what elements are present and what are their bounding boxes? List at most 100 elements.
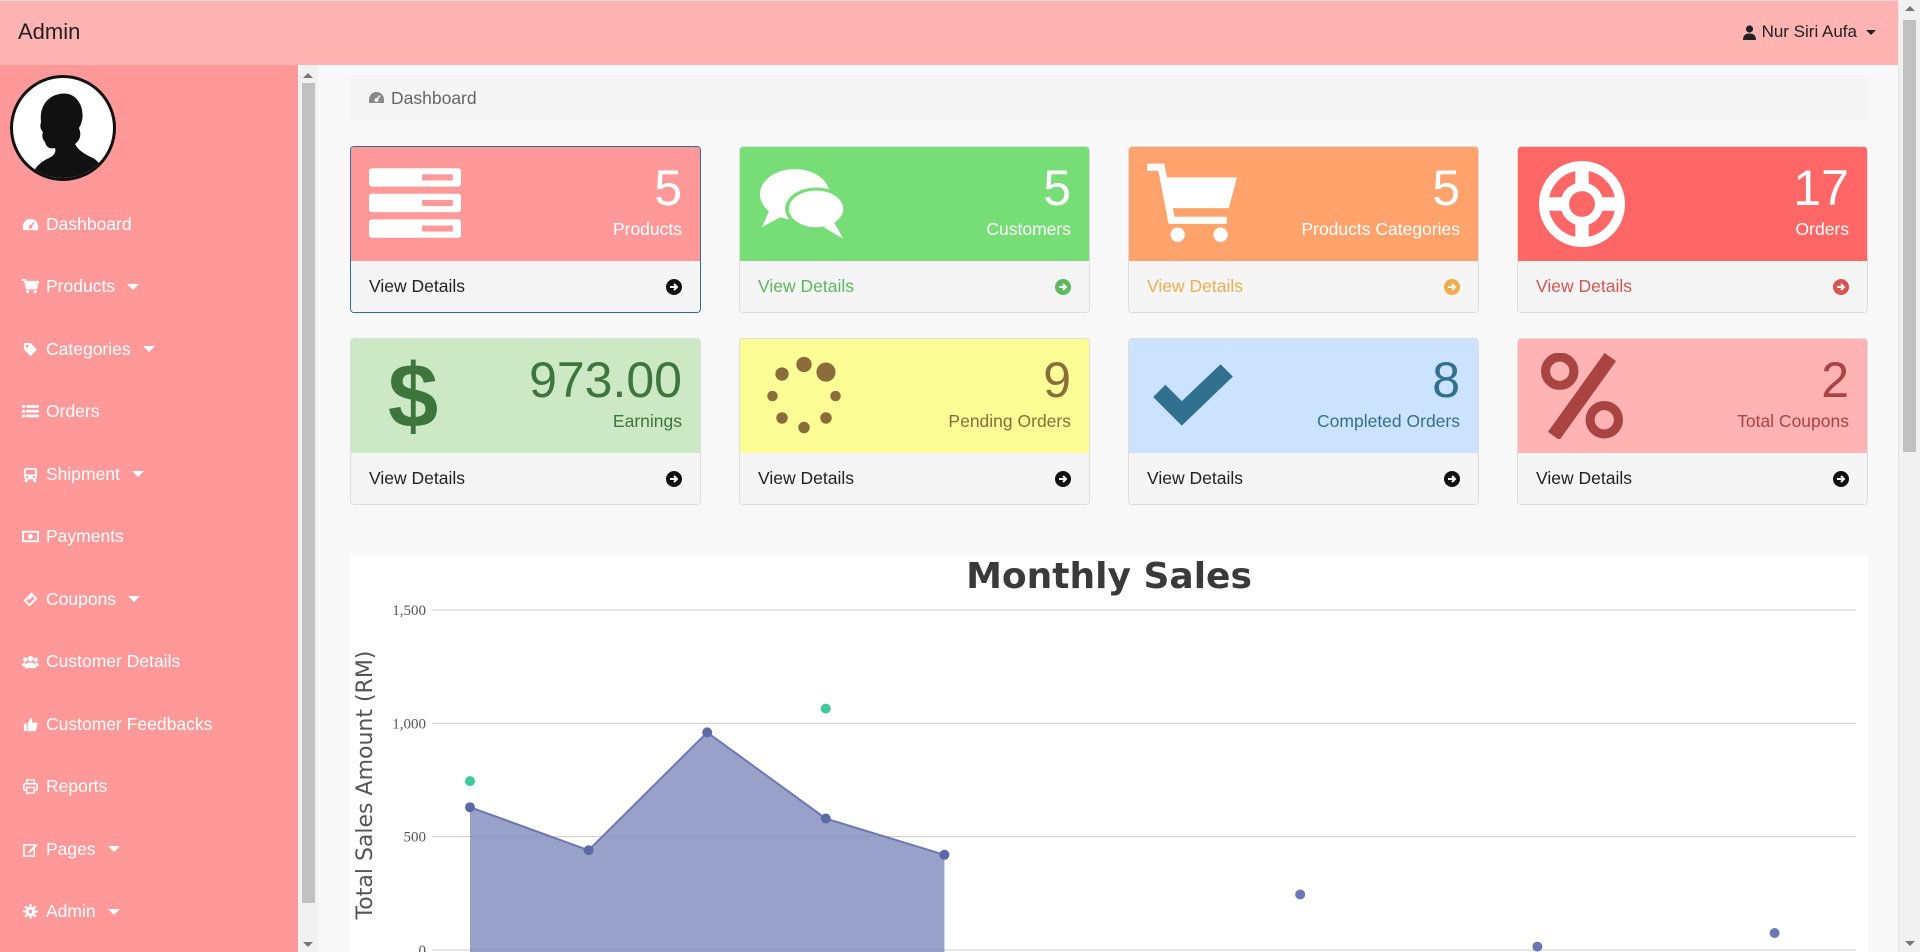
- data-point: [820, 813, 831, 824]
- stat-label: Products Categories: [1301, 219, 1460, 239]
- sidebar-item-products[interactable]: Products: [0, 256, 298, 319]
- edit-icon: [21, 841, 39, 857]
- top-navbar: Admin Nur Siri Aufa: [0, 0, 1898, 65]
- stat-value: 973.00: [529, 352, 682, 408]
- stat-card-earnings[interactable]: $973.00 Earnings View Details: [350, 338, 701, 505]
- stat-card-completed-orders[interactable]: 8 Completed Orders View Details: [1128, 338, 1479, 505]
- gear-icon: [21, 904, 39, 920]
- sidebar-item-coupons[interactable]: Coupons: [0, 568, 298, 631]
- check-icon: [1147, 353, 1242, 443]
- stat-label: Customers: [986, 219, 1071, 239]
- data-point: [1295, 889, 1306, 900]
- breadcrumb: Dashboard: [350, 75, 1868, 121]
- tag-icon: [21, 341, 39, 357]
- scroll-up-icon[interactable]: [303, 73, 313, 78]
- chevron-down-icon: [127, 283, 140, 290]
- view-details-link[interactable]: View Details: [1518, 453, 1867, 504]
- sidebar: Dashboard Products Categories Orders Shipmen…: [0, 65, 298, 952]
- chevron-down-icon: [107, 908, 120, 915]
- data-point: [702, 727, 713, 738]
- area-fill: [470, 732, 945, 952]
- sidebar-item-categories[interactable]: Categories: [0, 318, 298, 381]
- sidebar-item-label: Shipment: [46, 463, 120, 484]
- stat-value: 8: [1432, 352, 1460, 408]
- arrow-circle-right-icon: [1444, 470, 1460, 487]
- sidebar-scrollbar[interactable]: [298, 65, 318, 952]
- sidebar-item-label: Orders: [46, 401, 100, 422]
- shopping-cart-icon: [1147, 161, 1242, 251]
- stat-card-orders[interactable]: 17 Orders View Details: [1517, 146, 1868, 313]
- sidebar-item-label: Coupons: [46, 588, 117, 609]
- view-details-label: View Details: [1536, 468, 1632, 488]
- stat-card-pending-orders[interactable]: 9 Pending Orders View Details: [739, 338, 1090, 505]
- stat-label: Total Coupons: [1737, 411, 1849, 431]
- percent-icon: [1536, 352, 1631, 443]
- scroll-down-icon[interactable]: [1905, 941, 1915, 946]
- stat-card-total-coupons[interactable]: 2 Total Coupons View Details: [1517, 338, 1868, 505]
- life-ring-icon: [1536, 161, 1631, 251]
- avatar: [10, 75, 116, 181]
- user-icon: [1742, 24, 1756, 40]
- sidebar-item-label: Pages: [46, 838, 96, 859]
- data-point: [465, 776, 475, 787]
- stat-value: 5: [1432, 160, 1460, 216]
- sidebar-item-payments[interactable]: Payments: [0, 506, 298, 569]
- view-details-link[interactable]: View Details: [351, 261, 700, 312]
- stat-value: 9: [1043, 352, 1071, 408]
- stat-card-header: 8 Completed Orders: [1129, 339, 1478, 453]
- sidebar-item-label: Customer Feedbacks: [46, 713, 213, 734]
- sidebar-item-customer-feedbacks[interactable]: Customer Feedbacks: [0, 693, 298, 756]
- monthly-sales-chart: 0 500 1,000 1,500 Monthly Sales Total Sales A…: [350, 555, 1868, 952]
- sidebar-item-label: Payments: [46, 526, 124, 547]
- scroll-down-icon[interactable]: [303, 942, 313, 947]
- sidebar-scroll-thumb[interactable]: [302, 83, 315, 903]
- sidebar-item-label: Dashboard: [46, 213, 132, 234]
- view-details-link[interactable]: View Details: [1129, 261, 1478, 312]
- users-icon: [21, 654, 39, 670]
- stat-value: 2: [1821, 352, 1849, 408]
- stat-card-header: 17 Orders: [1518, 147, 1867, 261]
- view-details-label: View Details: [1147, 468, 1243, 488]
- view-details-link[interactable]: View Details: [1129, 453, 1478, 504]
- server-icon: [369, 161, 464, 251]
- stat-card-products-categories[interactable]: 5 Products Categories View Details: [1128, 146, 1479, 313]
- view-details-label: View Details: [369, 276, 465, 296]
- sidebar-item-orders[interactable]: Orders: [0, 381, 298, 444]
- sidebar-item-admin[interactable]: Admin: [0, 881, 298, 944]
- arrow-circle-right-icon: [666, 470, 682, 487]
- view-details-link[interactable]: View Details: [740, 261, 1089, 312]
- y-tick-label: 1,000: [392, 716, 426, 732]
- view-details-label: View Details: [1147, 276, 1243, 296]
- stat-label: Pending Orders: [948, 411, 1071, 431]
- stat-value: 5: [1043, 160, 1071, 216]
- arrow-circle-right-icon: [1444, 278, 1460, 295]
- stat-card-customers[interactable]: 5 Customers View Details: [739, 146, 1090, 313]
- data-point: [1769, 928, 1780, 938]
- sidebar-item-reports[interactable]: Reports: [0, 756, 298, 819]
- scroll-up-icon[interactable]: [1905, 6, 1915, 11]
- sidebar-item-customer-details[interactable]: Customer Details: [0, 631, 298, 694]
- page-scrollbar[interactable]: [1898, 0, 1920, 952]
- brand-title[interactable]: Admin: [18, 19, 80, 45]
- view-details-link[interactable]: View Details: [740, 453, 1089, 504]
- arrow-circle-right-icon: [1833, 470, 1849, 487]
- chart-svg: 0 500 1,000 1,500 Monthly Sales Total Sales A…: [353, 556, 1856, 952]
- view-details-label: View Details: [758, 468, 854, 488]
- page-scroll-thumb[interactable]: [1903, 20, 1916, 452]
- stat-card-products[interactable]: 5 Products View Details: [350, 146, 701, 313]
- data-point: [583, 845, 594, 856]
- view-details-link[interactable]: View Details: [1518, 261, 1867, 312]
- sidebar-item-label: Reports: [46, 776, 108, 797]
- list-icon: [21, 404, 39, 420]
- user-menu[interactable]: Nur Siri Aufa: [1742, 22, 1876, 42]
- bus-icon: [21, 466, 39, 482]
- sidebar-item-pages[interactable]: Pages: [0, 818, 298, 881]
- sidebar-item-shipment[interactable]: Shipment: [0, 443, 298, 506]
- view-details-link[interactable]: View Details: [351, 453, 700, 504]
- chevron-down-icon: [128, 596, 141, 603]
- data-point: [465, 802, 475, 813]
- sidebar-item-label: Admin: [46, 901, 96, 922]
- arrow-circle-right-icon: [1055, 278, 1071, 295]
- sidebar-item-dashboard[interactable]: Dashboard: [0, 193, 298, 256]
- stat-label: Completed Orders: [1317, 411, 1460, 431]
